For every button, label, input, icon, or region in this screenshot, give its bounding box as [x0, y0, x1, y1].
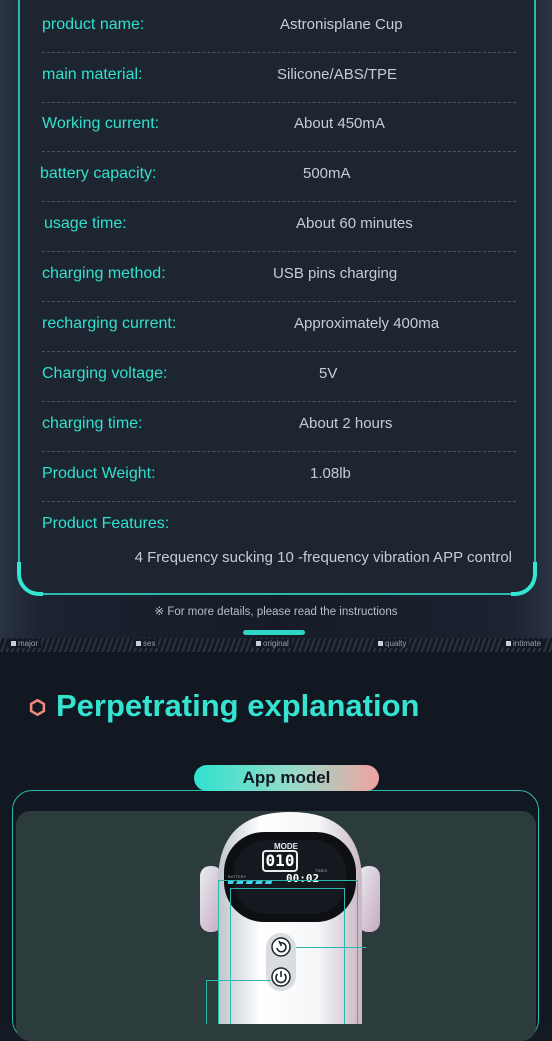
spec-label: battery capacity: — [40, 165, 157, 182]
spec-row-charging-time: charging time: About 2 hours — [42, 401, 516, 452]
spec-value: About 2 hours — [299, 415, 393, 432]
ticker-tag: intimate — [503, 639, 545, 648]
spec-label: Charging voltage: — [42, 365, 168, 382]
spec-row-working-current: Working current: About 450mA — [42, 101, 516, 152]
spec-card: product name: Astronisplane Cup main mat… — [17, 0, 537, 596]
spec-value: Approximately 400ma — [294, 315, 440, 332]
spec-label: recharging current: — [42, 315, 177, 332]
instructions-footnote: ※ For more details, please read the inst… — [154, 606, 398, 618]
spec-label: main material: — [42, 66, 143, 83]
spec-label: Product Weight: — [42, 465, 156, 482]
spec-value-features: 4 Frequency sucking 10 -frequency vibrat… — [134, 549, 512, 566]
spec-row-recharging-current: recharging current: Approximately 400ma — [42, 301, 516, 352]
app-model-label: App model — [194, 765, 379, 791]
callout-line-power — [206, 980, 271, 1024]
spec-label: Product Features: — [42, 515, 170, 532]
device-battery-label: BATTERY — [228, 874, 247, 879]
hexagon-icon — [29, 699, 46, 716]
spec-row-product-weight: Product Weight: 1.08lb — [42, 451, 516, 502]
spec-value: About 450mA — [294, 115, 385, 132]
spec-row-product-name: product name: Astronisplane Cup — [42, 2, 516, 53]
ticker-tag: original — [253, 639, 292, 648]
spec-row-charging-voltage: Charging voltage: 5V — [42, 351, 516, 402]
tag-ticker: major sex original qualty intimate — [0, 638, 552, 652]
spec-value: USB pins charging — [273, 265, 398, 282]
device-mode-value: 010 — [262, 850, 298, 872]
spec-value: About 60 minutes — [296, 215, 413, 232]
spec-row-charging-method: charging method: USB pins charging — [42, 251, 516, 302]
ticker-tag: sex — [133, 639, 159, 648]
spec-label: charging time: — [42, 415, 143, 432]
spec-label: charging method: — [42, 265, 166, 282]
spec-row-product-features: Product Features: — [42, 501, 516, 551]
spec-label: Working current: — [42, 115, 160, 132]
spec-value: 500mA — [303, 165, 351, 182]
spec-row-battery-capacity: battery capacity: 500mA — [40, 151, 516, 202]
spec-label: product name: — [42, 16, 145, 33]
section-indicator — [243, 630, 305, 635]
ticker-tag: qualty — [375, 639, 410, 648]
section-heading: Perpetrating explanation — [56, 688, 420, 723]
spec-label: usage time: — [44, 215, 127, 232]
spec-value: Silicone/ABS/TPE — [277, 66, 398, 83]
spec-value: 1.08lb — [310, 465, 351, 482]
callout-line-mode — [296, 947, 366, 948]
spec-row-usage-time: usage time: About 60 minutes — [42, 201, 516, 252]
ticker-tag: major — [8, 639, 42, 648]
spec-row-main-material: main material: Silicone/ABS/TPE — [42, 52, 516, 103]
spec-value: 5V — [319, 365, 338, 382]
spec-value: Astronisplane Cup — [280, 16, 403, 33]
